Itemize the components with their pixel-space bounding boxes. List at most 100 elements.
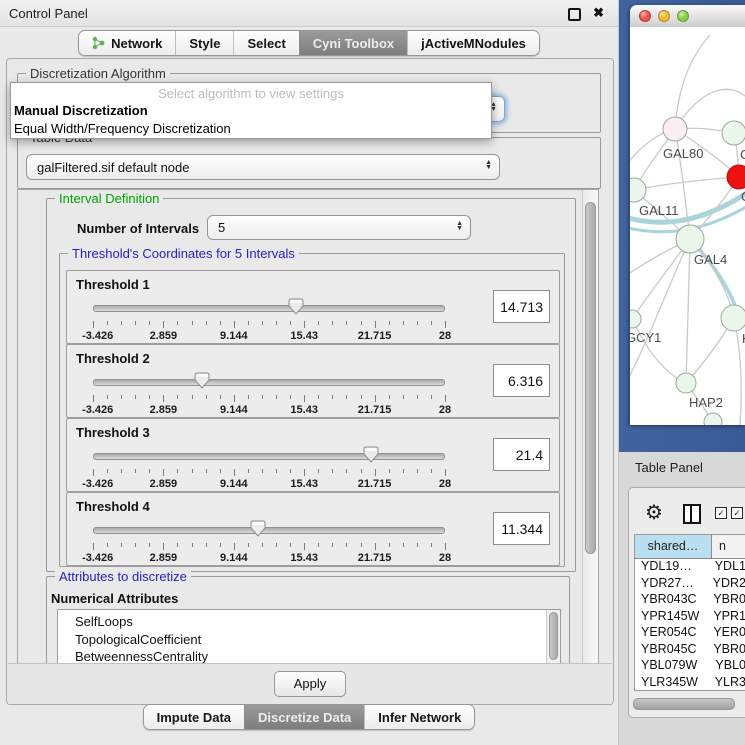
tick-mark — [248, 469, 249, 473]
node-label: GAL4 — [694, 252, 727, 267]
table-row[interactable]: YDL19…YDL1 — [635, 559, 745, 576]
slider-thumb[interactable] — [250, 520, 266, 542]
tab-cyni-toolbox[interactable]: Cyni Toolbox — [299, 31, 407, 55]
slider-track[interactable] — [93, 379, 445, 386]
threshold-label: Threshold 3 — [76, 425, 150, 440]
table-data-combobox[interactable]: galFiltered.sif default node ▲▼ — [26, 154, 500, 180]
tick-mark — [375, 321, 376, 328]
table-row[interactable]: YER054CYER0 — [635, 625, 745, 642]
slider-track[interactable] — [93, 453, 445, 460]
gear-icon[interactable]: ⚙ — [645, 500, 663, 525]
threshold-slider[interactable]: -3.4262.8599.14415.4321.71528 — [93, 445, 445, 487]
algorithm-option-manual[interactable]: Manual Discretization — [14, 103, 491, 119]
checkbox-icon[interactable]: ✓ — [731, 507, 743, 519]
attribute-item-topologicalcoefficient[interactable]: TopologicalCoefficient — [58, 631, 560, 649]
table-row[interactable]: YBL079WYBL0 — [635, 658, 745, 675]
network-node-hap2[interactable] — [676, 373, 696, 393]
algorithm-hint-item[interactable]: Select algorithm to view settings — [11, 86, 491, 101]
tab-select[interactable]: Select — [233, 31, 298, 55]
attribute-item-selfloops[interactable]: SelfLoops — [58, 613, 560, 631]
tick-mark — [431, 543, 432, 547]
table-row[interactable]: YBR043CYBR0 — [635, 592, 745, 609]
table-header-row: shared…n — [635, 535, 745, 559]
close-icon[interactable]: ✖ — [593, 5, 604, 21]
tick-mark — [93, 543, 94, 550]
network-node-g[interactable] — [722, 121, 745, 145]
tick-mark — [121, 321, 122, 325]
network-edge[interactable] — [675, 35, 710, 129]
bottom-tab-discretize-data[interactable]: Discretize Data — [244, 705, 364, 729]
control-panel-titlebar: Control Panel ✖ — [0, 0, 618, 27]
network-node-gcy1[interactable] — [630, 310, 641, 328]
threshold-value-field[interactable]: 11.344 — [493, 512, 550, 545]
threshold-value-field[interactable]: 21.4 — [493, 438, 550, 471]
tick-mark — [290, 321, 291, 325]
threshold-slider[interactable]: -3.4262.8599.14415.4321.71528 — [93, 297, 445, 339]
tick-label: 2.859 — [150, 552, 178, 564]
tick-label: 21.715 — [358, 478, 392, 490]
attributes-scrollbar[interactable] — [546, 610, 560, 664]
table-row[interactable]: YLR345WYLR3 — [635, 675, 745, 692]
tick-mark — [431, 469, 432, 473]
tab-label: jActiveMNodules — [421, 36, 526, 51]
bottom-tab-infer-network[interactable]: Infer Network — [364, 705, 474, 729]
node-attribute-table[interactable]: shared…n YDL19…YDL1YDR27…YDR2YBR043CYBR0… — [634, 534, 745, 691]
tick-mark — [177, 395, 178, 399]
settings-scrollbar-thumb[interactable] — [585, 202, 596, 554]
network-node-h[interactable] — [721, 305, 745, 331]
slider-track[interactable] — [93, 305, 445, 312]
table-row[interactable]: YBR045CYBR0 — [635, 642, 745, 659]
settings-vertical-scrollbar[interactable] — [582, 190, 598, 663]
checkbox-icon[interactable]: ✓ — [715, 507, 727, 519]
slider-track[interactable] — [93, 527, 445, 534]
threshold-value-field[interactable]: 14.713 — [493, 290, 550, 323]
threshold-value-field[interactable]: 6.316 — [493, 364, 550, 397]
network-edge[interactable] — [686, 239, 690, 383]
tick-mark — [332, 469, 333, 473]
tick-mark — [304, 469, 305, 476]
numerical-attributes-list[interactable]: SelfLoopsTopologicalCoefficientBetweenne… — [57, 609, 561, 664]
tick-mark — [107, 543, 108, 547]
slider-thumb[interactable] — [194, 372, 210, 394]
column-header-name[interactable]: n — [712, 535, 745, 558]
tick-mark — [361, 321, 362, 325]
network-node[interactable] — [704, 413, 722, 425]
zoom-light[interactable] — [677, 10, 689, 22]
tab-jactivemnodules[interactable]: jActiveMNodules — [407, 31, 539, 55]
tick-mark — [220, 543, 221, 547]
slider-thumb[interactable] — [363, 446, 379, 468]
table-row[interactable]: YPR145WYPR1 — [635, 609, 745, 626]
tick-mark — [234, 469, 235, 476]
column-header-shared-name[interactable]: shared… — [635, 535, 712, 558]
network-edge[interactable] — [632, 319, 686, 383]
bottom-tab-impute-data[interactable]: Impute Data — [144, 705, 244, 729]
network-node-gal80[interactable] — [663, 117, 687, 141]
tick-label: 28 — [439, 330, 451, 342]
table-horizontal-scrollbar[interactable] — [633, 698, 735, 710]
control-panel-window: Control Panel ✖ NetworkStyle Select Cyni T… — [0, 0, 619, 745]
float-window-icon[interactable] — [568, 8, 581, 21]
threshold-slider[interactable]: -3.4262.8599.14415.4321.71528 — [93, 371, 445, 413]
tab-style[interactable]: Style — [175, 31, 233, 55]
attributes-scrollbar-thumb[interactable] — [549, 612, 558, 660]
network-canvas[interactable]: GAL80G.CGAL11GAL4GCY1HHAP2 — [630, 27, 745, 425]
table-row[interactable]: YDR27…YDR2 — [635, 576, 745, 593]
minimize-light[interactable] — [658, 10, 670, 22]
attribute-item-betweennesscentrality[interactable]: BetweennessCentrality — [58, 648, 560, 664]
slider-thumb[interactable] — [288, 298, 304, 320]
tick-mark — [262, 543, 263, 547]
tick-mark — [220, 395, 221, 399]
network-edge[interactable] — [734, 318, 741, 425]
network-edge[interactable] — [634, 177, 739, 190]
algorithm-option-equal-width[interactable]: Equal Width/Frequency Discretization — [14, 121, 491, 137]
threshold-slider[interactable]: -3.4262.8599.14415.4321.71528 — [93, 519, 445, 561]
tick-mark — [107, 321, 108, 325]
apply-button[interactable]: Apply — [274, 671, 346, 697]
number-of-intervals-combobox[interactable]: 5 ▲▼ — [207, 215, 471, 240]
close-light[interactable] — [639, 10, 651, 22]
tab-network[interactable]: Network — [79, 31, 175, 55]
columns-icon[interactable] — [683, 504, 701, 524]
network-node-gal4[interactable] — [676, 225, 704, 253]
table-data-group: Table Data galFiltered.sif default node … — [17, 137, 601, 189]
tab-label: Select — [247, 36, 285, 51]
